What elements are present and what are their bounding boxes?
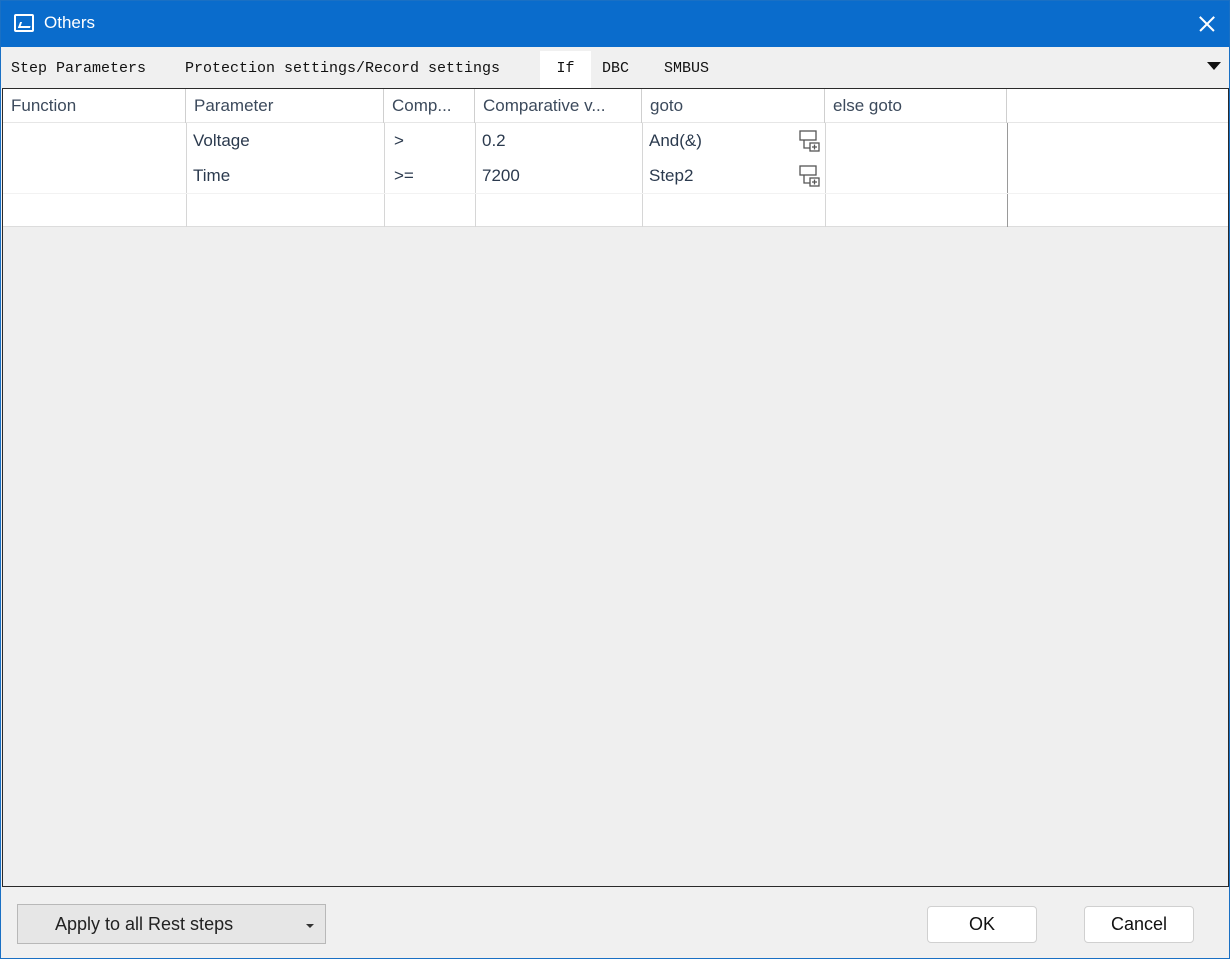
others-dialog: Others Step Parameters Protection settin…	[0, 0, 1230, 959]
dialog-footer: Apply to all Rest steps OK Cancel	[1, 888, 1229, 958]
cell-function[interactable]	[3, 123, 186, 158]
tab-smbus[interactable]: SMBUS	[664, 51, 709, 88]
tab-step-parameters[interactable]: Step Parameters	[11, 51, 146, 88]
row-divider	[3, 193, 1228, 194]
column-header-comparison[interactable]: Comp...	[384, 89, 475, 123]
grid-body: Voltage > 0.2 And(&) Time >= 7200 Step2	[3, 123, 1228, 227]
tab-if[interactable]: If	[540, 51, 591, 88]
tab-bar: Step Parameters Protection settings/Reco…	[1, 47, 1229, 88]
cell-parameter[interactable]: Time	[186, 158, 384, 193]
cell-goto[interactable]: Step2	[642, 158, 792, 193]
cell-comparison[interactable]: >=	[387, 158, 475, 193]
apply-button-label: Apply to all Rest steps	[55, 914, 234, 934]
title-bar: Others	[1, 1, 1229, 47]
cell-else-goto[interactable]	[825, 158, 1007, 193]
add-step-icon[interactable]	[798, 164, 822, 188]
cell-comparative-value[interactable]: 0.2	[475, 123, 642, 158]
column-header-else-goto[interactable]: else goto	[825, 89, 1007, 123]
column-header-goto[interactable]: goto	[642, 89, 825, 123]
close-icon[interactable]	[1183, 1, 1229, 47]
cell-parameter[interactable]: Voltage	[186, 123, 384, 158]
column-header-parameter[interactable]: Parameter	[186, 89, 384, 123]
cell-comparative-value[interactable]: 7200	[475, 158, 642, 193]
add-step-icon[interactable]	[798, 129, 822, 153]
column-header-comparative-value[interactable]: Comparative v...	[475, 89, 642, 123]
column-header-function[interactable]: Function	[3, 89, 186, 123]
grid-header: Function Parameter Comp... Comparative v…	[3, 89, 1228, 123]
caret-down-icon[interactable]	[306, 924, 314, 928]
tab-dbc[interactable]: DBC	[602, 51, 629, 88]
apply-to-all-rest-steps-button[interactable]: Apply to all Rest steps	[17, 904, 326, 944]
cancel-button[interactable]: Cancel	[1084, 906, 1194, 943]
window-title: Others	[44, 13, 96, 32]
triangle-down-icon[interactable]	[1207, 62, 1221, 70]
ok-button[interactable]: OK	[927, 906, 1037, 943]
table-row[interactable]: Time >= 7200 Step2	[3, 158, 1228, 193]
cell-goto[interactable]: And(&)	[642, 123, 792, 158]
tab-protection-record-settings[interactable]: Protection settings/Record settings	[185, 51, 500, 88]
cell-else-goto[interactable]	[825, 123, 1007, 158]
cell-function[interactable]	[3, 158, 186, 193]
conditions-grid: Function Parameter Comp... Comparative v…	[2, 88, 1229, 887]
cell-comparison[interactable]: >	[387, 123, 475, 158]
table-row[interactable]: Voltage > 0.2 And(&)	[3, 123, 1228, 158]
app-logo-icon	[14, 14, 34, 32]
